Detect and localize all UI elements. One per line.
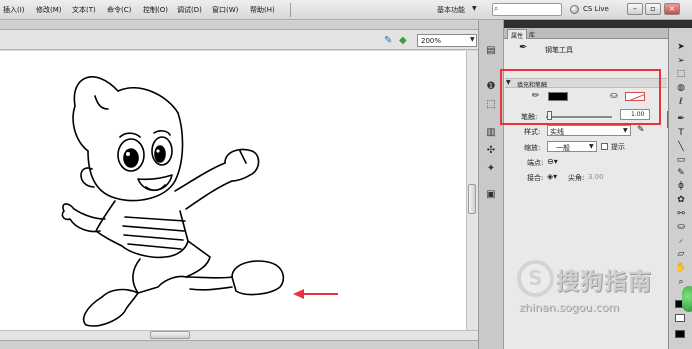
eyedropper-icon[interactable]: ⸝	[672, 234, 690, 246]
fill-color-swatch-small[interactable]	[675, 314, 685, 322]
join-style-icon[interactable]: ◈▾	[547, 172, 557, 181]
tab-properties[interactable]: 属性	[507, 29, 528, 40]
info-panel-icon[interactable]: ❶	[482, 80, 500, 94]
horizontal-scrollbar[interactable]	[0, 330, 478, 340]
arrow-icon[interactable]: ➤	[672, 41, 690, 53]
toolbox-title-bar	[668, 20, 692, 28]
pen-tool-icon[interactable]: ✒	[672, 113, 690, 125]
tab-library[interactable]: 库	[526, 29, 538, 39]
cartoon-boy-drawing	[61, 76, 285, 327]
text-tool-icon[interactable]: T	[672, 127, 690, 139]
line-tool-icon[interactable]: ╲	[672, 141, 690, 153]
menu-text[interactable]: 文本(T)	[72, 5, 96, 15]
zoom-select[interactable]: 200%	[417, 34, 477, 47]
menu-separator	[290, 3, 291, 17]
transform-panel-icon[interactable]: ⬚	[482, 98, 500, 112]
horizontal-scroll-thumb[interactable]	[150, 331, 190, 339]
menu-control[interactable]: 控制(O)	[143, 5, 168, 15]
chevron-down-icon[interactable]: ▼	[589, 143, 594, 150]
watermark-url: zhinan.sogou.com	[519, 301, 620, 314]
pen-tool-icon: ✒	[519, 42, 528, 53]
flash-window: 插入(I) 修改(M) 文本(T) 命令(C) 控制(O) 调试(D) 窗口(W…	[0, 0, 692, 349]
edit-scene-icon[interactable]: ◆	[399, 35, 407, 46]
tool-name-label: 钢笔工具	[545, 46, 573, 54]
cs-live-icon[interactable]	[570, 5, 579, 14]
sogou-logo-icon: S	[517, 260, 554, 297]
cap-label: 端点:	[527, 159, 544, 167]
rectangle-tool-icon[interactable]: ▭	[672, 154, 690, 166]
chevron-down-icon[interactable]: ▼	[472, 5, 477, 12]
menu-commands[interactable]: 命令(C)	[107, 5, 131, 15]
edit-symbol-icon[interactable]: ✎	[384, 35, 392, 46]
stage-canvas[interactable]	[0, 51, 466, 330]
chevron-down-icon[interactable]: ▼	[470, 36, 475, 43]
properties-panel-icon[interactable]: ▤	[482, 44, 500, 58]
floating-badge	[682, 286, 692, 312]
eraser-icon[interactable]: ▱	[672, 248, 690, 260]
menu-debug[interactable]: 调试(D)	[177, 5, 202, 15]
subselect-icon[interactable]: ➢	[672, 55, 690, 67]
workspace-switcher[interactable]: 基本功能	[437, 5, 465, 15]
pencil-tool-icon[interactable]: ✎	[672, 167, 690, 179]
scale-label: 缩放:	[524, 144, 541, 152]
black-white-swatch[interactable]	[675, 330, 685, 338]
brush-tool-icon[interactable]: ɸ	[672, 180, 690, 192]
motion-presets-icon[interactable]: ✦	[482, 162, 500, 176]
document-tab-strip	[0, 21, 478, 30]
bone-tool-icon[interactable]: ⚯	[672, 208, 690, 220]
menu-modify[interactable]: 修改(M)	[36, 5, 62, 15]
stroke-style-select[interactable]: 实线	[547, 125, 631, 136]
search-input[interactable]	[492, 3, 562, 16]
hand-tool-icon[interactable]: ✋	[672, 262, 690, 274]
style-label: 样式:	[524, 128, 541, 136]
panel-title-bar	[504, 20, 668, 28]
watermark-text: 搜狗指南	[556, 269, 652, 295]
3d-rotation-icon[interactable]: ◍	[672, 82, 690, 94]
cs-live-button[interactable]: CS Live	[583, 5, 609, 13]
components-panel-icon[interactable]: ✣	[482, 144, 500, 158]
menu-help[interactable]: 帮助(H)	[250, 5, 275, 15]
timeline-strip	[0, 340, 478, 349]
deco-tool-icon[interactable]: ✿	[672, 194, 690, 206]
menu-window[interactable]: 窗口(W)	[212, 5, 238, 15]
edit-style-icon[interactable]: ✎	[637, 125, 645, 135]
miter-label: 尖角:	[568, 174, 585, 182]
join-label: 接合:	[527, 174, 544, 182]
minimize-button[interactable]: –	[627, 3, 643, 15]
library-panel-icon[interactable]: ▥	[482, 126, 500, 140]
hint-label: 提示	[611, 143, 625, 151]
lasso-icon[interactable]: ℓ	[672, 96, 690, 108]
highlight-fill-stroke	[500, 69, 661, 125]
free-transform-icon[interactable]: ⬚	[672, 68, 690, 80]
maximize-button[interactable]: ▫	[645, 3, 661, 15]
menu-insert[interactable]: 插入(I)	[3, 5, 25, 15]
vertical-scroll-thumb[interactable]	[468, 184, 476, 214]
swatches-panel-icon[interactable]: ▣	[482, 188, 500, 202]
chevron-down-icon[interactable]: ▼	[623, 127, 628, 134]
miter-value[interactable]: 3.00	[588, 173, 604, 181]
close-button[interactable]: ×	[664, 3, 680, 15]
paint-bucket-icon[interactable]: ⛀	[672, 221, 690, 233]
search-icon[interactable]: ⌕	[494, 4, 498, 14]
hint-checkbox[interactable]	[601, 143, 608, 150]
cap-style-icon[interactable]: ⊖▾	[547, 157, 558, 166]
